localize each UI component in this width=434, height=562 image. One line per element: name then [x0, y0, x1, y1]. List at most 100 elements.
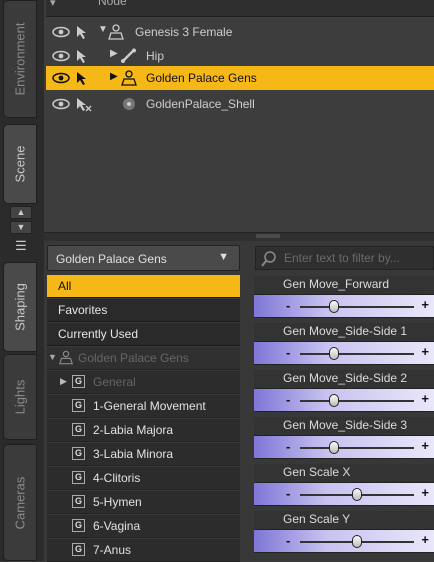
tab-cameras[interactable]: Cameras [3, 444, 37, 561]
decrement-button[interactable]: - [286, 486, 290, 501]
slider-bar[interactable]: - + [254, 482, 434, 506]
slider-knob[interactable] [352, 535, 362, 548]
scene-row-label: Genesis 3 Female [135, 25, 233, 39]
scroll-down-button[interactable]: ▼ [10, 221, 32, 234]
select-disabled-icon[interactable] [74, 96, 92, 112]
slider-gen-move-side-1[interactable]: Gen Move_Side-Side 1 - + [254, 323, 434, 367]
slider-bar[interactable]: - + [254, 435, 434, 459]
panel-menu-icon[interactable]: ☰ [10, 238, 32, 254]
scene-row-label: GoldenPalace_Shell [146, 97, 255, 111]
group-icon: G [72, 399, 85, 412]
geometry-icon [123, 98, 135, 110]
slider-track[interactable] [300, 400, 414, 402]
slider-bar[interactable]: - + [254, 341, 434, 365]
select-arrow-icon[interactable] [74, 24, 92, 40]
eye-header-icon: ▾ [50, 0, 56, 9]
eye-icon[interactable] [52, 48, 70, 64]
scene-header: ▾ Node [46, 0, 434, 17]
figure-icon [108, 24, 124, 40]
tree-root-label: Golden Palace Gens [78, 351, 189, 365]
tab-shaping[interactable]: Shaping [3, 262, 37, 352]
slider-knob[interactable] [329, 441, 340, 454]
category-favorites[interactable]: Favorites [47, 299, 240, 322]
slider-bar[interactable]: - + [254, 388, 434, 412]
increment-button[interactable]: + [421, 297, 429, 312]
tree-item-labia-majora[interactable]: G 2-Labia Majora [47, 419, 240, 442]
slider-gen-move-side-2[interactable]: Gen Move_Side-Side 2 - + [254, 370, 434, 414]
group-icon: G [72, 471, 85, 484]
slider-bar[interactable]: - + [254, 294, 434, 318]
category-currently-used[interactable]: Currently Used [47, 323, 240, 346]
filter-input[interactable] [284, 250, 434, 266]
figure-icon [58, 350, 74, 365]
increment-button[interactable]: + [421, 438, 429, 453]
eye-icon[interactable] [52, 96, 70, 112]
slider-track[interactable] [300, 447, 414, 449]
search-icon [261, 251, 276, 267]
slider-label: Gen Scale Y [254, 511, 434, 529]
select-arrow-icon[interactable] [74, 48, 92, 64]
dropdown-value: Golden Palace Gens [56, 252, 167, 266]
figure-select-dropdown[interactable]: Golden Palace Gens ▼ [47, 245, 240, 271]
slider-label: Gen Scale X [254, 464, 434, 482]
scene-row-golden-palace-gens[interactable]: ▶ Golden Palace Gens [46, 66, 434, 90]
figure-icon [121, 70, 137, 86]
slider-gen-scale-x[interactable]: Gen Scale X - + [254, 464, 434, 508]
scene-row-genesis[interactable]: ▼ Genesis 3 Female [46, 20, 434, 44]
scene-row-label: Golden Palace Gens [146, 71, 257, 85]
tab-environment[interactable]: Environment [3, 0, 37, 118]
expand-arrow-icon[interactable]: ▼ [48, 352, 57, 362]
increment-button[interactable]: + [421, 344, 429, 359]
filter-box [255, 246, 434, 270]
side-tab-strip: Environment Scene ▲ ▼ ☰ Shaping Lights C… [0, 0, 44, 561]
slider-label: Gen Move_Side-Side 1 [254, 323, 434, 341]
group-icon: G [72, 423, 85, 436]
decrement-button[interactable]: - [286, 439, 290, 454]
expand-arrow-icon[interactable]: ▶ [110, 71, 118, 82]
decrement-button[interactable]: - [286, 392, 290, 407]
node-column-header[interactable]: Node [98, 0, 127, 8]
category-all[interactable]: All [47, 275, 240, 298]
increment-button[interactable]: + [421, 485, 429, 500]
scene-row-shell[interactable]: GoldenPalace_Shell [46, 92, 434, 116]
slider-knob[interactable] [329, 394, 340, 407]
slider-gen-move-forward[interactable]: Gen Move_Forward - + [254, 276, 434, 320]
tree-item-general-movement[interactable]: G 1-General Movement [47, 395, 240, 418]
tree-item-labia-minora[interactable]: G 3-Labia Minora [47, 443, 240, 466]
bone-icon [121, 48, 136, 63]
slider-track[interactable] [300, 306, 414, 308]
tree-item-hymen[interactable]: G 5-Hymen [47, 491, 240, 514]
slider-label: Gen Move_Side-Side 3 [254, 417, 434, 435]
select-arrow-icon[interactable] [74, 70, 92, 86]
decrement-button[interactable]: - [286, 533, 290, 548]
scroll-up-button[interactable]: ▲ [10, 206, 32, 219]
eye-icon[interactable] [52, 70, 70, 86]
slider-gen-scale-y[interactable]: Gen Scale Y - + [254, 511, 434, 555]
tab-scene[interactable]: Scene [3, 124, 37, 204]
slider-knob[interactable] [329, 300, 340, 313]
splitter-grip[interactable] [256, 234, 280, 238]
group-icon: G [72, 543, 85, 556]
expand-arrow-icon[interactable]: ▶ [110, 48, 118, 59]
increment-button[interactable]: + [421, 391, 429, 406]
slider-gen-move-side-3[interactable]: Gen Move_Side-Side 3 - + [254, 417, 434, 461]
tree-item-vagina[interactable]: G 6-Vagina [47, 515, 240, 538]
increment-button[interactable]: + [421, 532, 429, 547]
decrement-button[interactable]: - [286, 345, 290, 360]
eye-icon[interactable] [52, 24, 70, 40]
slider-track[interactable] [300, 353, 414, 355]
slider-label: Gen Move_Forward [254, 276, 434, 294]
tree-item-clitoris[interactable]: G 4-Clitoris [47, 467, 240, 490]
slider-knob[interactable] [352, 488, 362, 501]
expand-arrow-icon[interactable]: ▶ [60, 376, 67, 387]
decrement-button[interactable]: - [286, 298, 290, 313]
slider-bar[interactable]: - + [254, 529, 434, 553]
scene-row-hip[interactable]: ▶ Hip [46, 44, 434, 68]
tree-item-anus[interactable]: G 7-Anus [47, 539, 240, 562]
tree-item-general[interactable]: ▶ G General [47, 371, 240, 394]
group-icon: G [72, 447, 85, 460]
tree-root[interactable]: ▼ Golden Palace Gens [47, 347, 240, 370]
scene-row-label: Hip [146, 49, 165, 63]
tab-lights[interactable]: Lights [3, 354, 37, 440]
slider-knob[interactable] [329, 347, 340, 360]
